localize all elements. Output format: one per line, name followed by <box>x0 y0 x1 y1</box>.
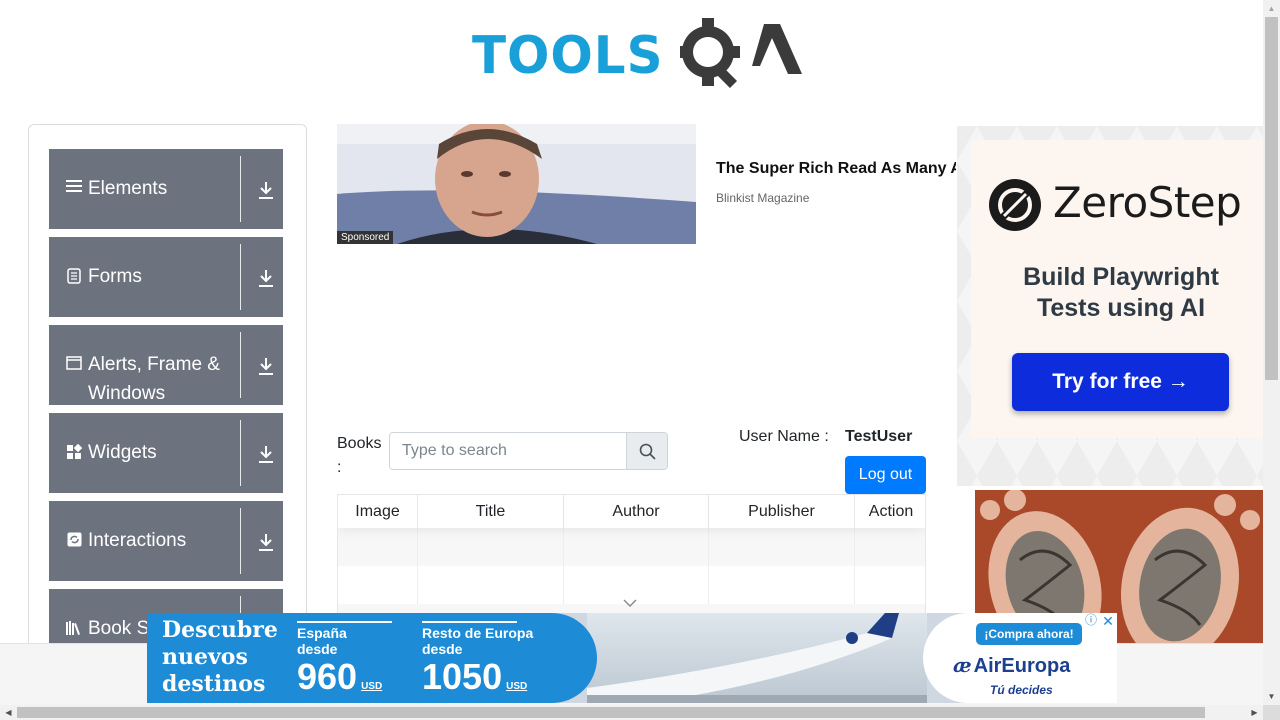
books-icon <box>65 620 83 638</box>
group-label-alerts: Alerts, Frame & Windows <box>88 354 220 404</box>
scrollbar-corner <box>1263 705 1280 720</box>
sidebar-group-widgets[interactable]: Widgets <box>49 413 283 493</box>
search-icon <box>639 443 656 460</box>
gear-magnifier-icon <box>680 18 802 89</box>
column-header-action[interactable]: Action <box>855 495 925 528</box>
sponsored-badge: Sponsored <box>337 231 394 244</box>
books-label: Books : <box>337 435 382 476</box>
group-label-forms: Forms <box>88 266 142 287</box>
offer-europe: Resto de Europa desde 1050 USD <box>422 621 552 697</box>
group-divider <box>240 156 241 222</box>
window-icon <box>65 356 83 374</box>
vertical-scrollbar[interactable]: ▲ ▼ <box>1263 0 1280 705</box>
group-divider <box>240 244 241 310</box>
table-header: Image Title Author Publisher Action <box>338 495 925 528</box>
sidebar-group-forms[interactable]: Forms <box>49 237 283 317</box>
banner-sky <box>587 613 927 703</box>
search-input[interactable] <box>390 433 626 469</box>
scroll-right-icon[interactable]: ▶ <box>1246 705 1263 720</box>
group-label-interactions: Interactions <box>88 530 187 551</box>
chevron-down-icon[interactable] <box>623 598 637 608</box>
download-arrow-icon[interactable] <box>257 443 275 465</box>
column-header-publisher[interactable]: Publisher <box>709 495 855 528</box>
horizontal-scroll-thumb[interactable] <box>17 707 1205 718</box>
portrait-photo <box>337 124 696 244</box>
group-label-elements: Elements <box>88 178 168 199</box>
table-row <box>338 528 925 566</box>
sidebar-group-alerts[interactable]: Alerts, Frame & Windows <box>49 325 283 405</box>
banner-headline: Descubre nuevos destinos <box>162 617 278 697</box>
user-name-label: User Name : <box>739 428 829 445</box>
group-divider <box>240 332 241 398</box>
sidebar-group-elements[interactable]: Elements <box>49 149 283 229</box>
ad-info-icon[interactable]: ⓘ <box>1084 613 1098 627</box>
download-arrow-icon[interactable] <box>257 267 275 289</box>
airplane-wing-image <box>587 613 927 703</box>
scroll-down-icon[interactable]: ▼ <box>1263 688 1280 705</box>
document-icon <box>65 268 83 286</box>
toolsqa-logo[interactable]: TOOLS <box>472 16 802 92</box>
column-header-image[interactable]: Image <box>338 495 418 528</box>
logout-button[interactable]: Log out <box>845 456 926 494</box>
widgets-icon <box>65 443 83 462</box>
sidebar-group-interactions[interactable]: Interactions <box>49 501 283 581</box>
scroll-left-icon[interactable]: ◀ <box>0 705 17 720</box>
aireuropa-logo: æ AirEuropa <box>953 653 1071 677</box>
group-divider <box>240 508 241 574</box>
compra-ahora-button[interactable]: ¡Compra ahora! <box>976 623 1082 645</box>
vertical-scroll-thumb[interactable] <box>1265 17 1278 380</box>
search-box <box>389 432 668 470</box>
logo-wordmark: TOOLS <box>472 26 664 86</box>
ad-source[interactable]: Blinkist Magazine <box>716 191 809 205</box>
offer-spain: España desde 960 USD <box>297 621 392 697</box>
download-arrow-icon[interactable] <box>257 179 275 201</box>
search-button[interactable] <box>626 433 667 469</box>
user-name-value: TestUser <box>845 428 913 445</box>
horizontal-scrollbar[interactable]: ◀ ▶ <box>0 705 1263 720</box>
refresh-icon <box>65 532 83 550</box>
scroll-up-icon[interactable]: ▲ <box>1263 0 1280 17</box>
download-arrow-icon[interactable] <box>257 355 275 377</box>
ad-headline[interactable]: The Super Rich Read As Many A <box>716 160 956 178</box>
aireuropa-banner-ad[interactable]: Descubre nuevos destinos España desde 96… <box>147 613 1117 703</box>
group-label-widgets: Widgets <box>88 442 157 463</box>
zerostep-tagline: Build Playwright Tests using AI <box>1023 263 1219 322</box>
column-header-title[interactable]: Title <box>418 495 564 528</box>
sponsored-ad-image[interactable]: Sponsored <box>337 124 696 244</box>
download-arrow-icon[interactable] <box>257 531 275 553</box>
group-divider <box>240 420 241 486</box>
try-for-free-button[interactable]: Try for free → <box>1012 353 1229 411</box>
hamburger-icon <box>65 179 83 197</box>
zerostep-logo-icon <box>989 179 1041 231</box>
ad-close-icon[interactable]: ✕ <box>1100 613 1116 629</box>
zerostep-brand: ZeroStep <box>1053 178 1242 227</box>
left-panel: Elements Forms Alerts, Frame & Windows W… <box>28 124 307 664</box>
aireuropa-slogan: Tú decides <box>990 683 1053 697</box>
column-header-author[interactable]: Author <box>564 495 709 528</box>
